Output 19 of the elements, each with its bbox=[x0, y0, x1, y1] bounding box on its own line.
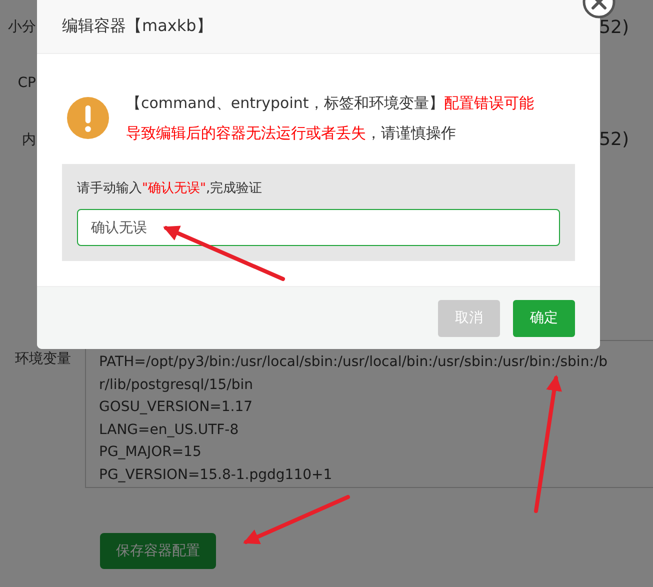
warning-icon bbox=[67, 97, 109, 139]
form-value: 52) bbox=[599, 129, 629, 150]
form-label: 内 bbox=[21, 130, 36, 148]
env-line: PG_MAJOR=15 bbox=[99, 443, 202, 462]
input-field[interactable]: 确认无误 bbox=[77, 209, 560, 246]
env-line: PG_VERSION=15.8-1.pgdg110+1 bbox=[99, 466, 334, 484]
verify-prompt: 请手动输入"确认无误",完成验证 bbox=[77, 180, 264, 197]
save-button[interactable]: 保存容器配置 bbox=[100, 533, 216, 569]
confirm-button[interactable]: 确定 bbox=[513, 300, 575, 336]
form-label: 环境变量 bbox=[14, 350, 72, 369]
env-line: LANG=en_US.UTF-8 bbox=[99, 420, 240, 440]
form-label: 小分 bbox=[7, 18, 36, 36]
form-label: CP bbox=[16, 74, 36, 90]
env-line: r/lib/postgresql/15/bin bbox=[99, 376, 254, 394]
env-line: GOSU_VERSION=1.17 bbox=[99, 398, 254, 417]
warning-text: 【command、entrypoint，标签和环境变量】配置错误可能导致编辑后的容器无法运行或者丢失，请谨慎操作 bbox=[126, 93, 535, 144]
form-value: 52) bbox=[599, 16, 629, 38]
env-line: PATH=/opt/py3/bin:/usr/local/sbin:/usr/local/bin:/usr/sbin:/usr/bin:/sbin:/b bbox=[99, 353, 609, 372]
dialog-title: 编辑容器【maxkb】 bbox=[62, 16, 212, 37]
